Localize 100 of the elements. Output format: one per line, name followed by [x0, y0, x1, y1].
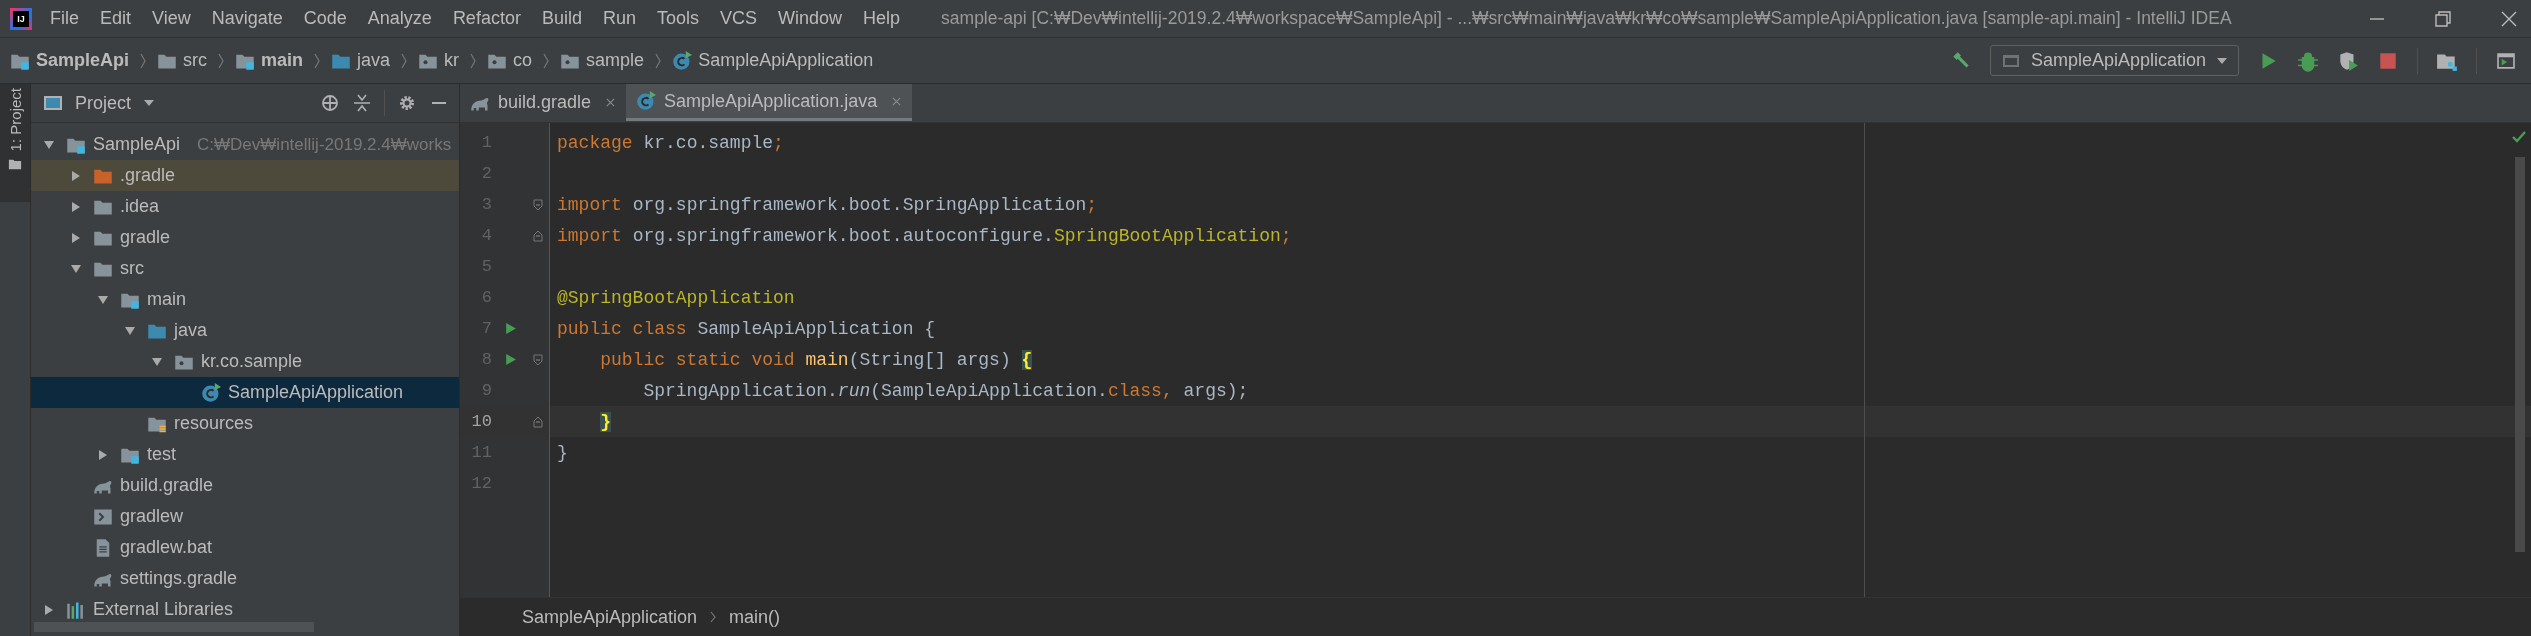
menu-item[interactable]: VCS [720, 8, 757, 29]
fold-marker-icon[interactable] [533, 415, 543, 428]
tree-row[interactable]: SampleApi C:₩Dev₩intellij-2019.2.4₩works [31, 129, 459, 160]
panel-title[interactable]: Project [75, 92, 132, 114]
run-gutter-icon[interactable] [503, 353, 517, 366]
code-line: public static void main(String[] args) { [599, 349, 1033, 370]
tree-item-label: java [174, 320, 208, 341]
tree-row[interactable]: settings.gradle [31, 563, 459, 594]
tree-row[interactable]: .idea [31, 191, 459, 222]
menu-item[interactable]: File [50, 8, 79, 29]
collapsed-arrow-icon[interactable] [97, 448, 109, 461]
menu-item[interactable]: Build [541, 8, 582, 29]
code-line: @SpringBootApplication [557, 287, 795, 308]
expanded-arrow-icon[interactable] [43, 138, 55, 151]
tree-row[interactable]: External Libraries [31, 594, 459, 625]
tree-item-label: SampleApi [93, 134, 181, 155]
coverage-icon[interactable] [2337, 49, 2359, 72]
collapsed-arrow-icon[interactable] [70, 231, 82, 244]
breadcrumb-item[interactable]: co [513, 50, 533, 71]
collapsed-arrow-icon[interactable] [70, 200, 82, 213]
settings-icon[interactable] [397, 93, 417, 113]
breadcrumb-item[interactable]: java [357, 50, 391, 71]
line-number: 10 [470, 412, 492, 431]
tree-item-label: kr.co.sample [201, 351, 303, 372]
tree-row[interactable]: src [31, 253, 459, 284]
tree-item-path: C:₩Dev₩intellij-2019.2.4₩works [197, 134, 452, 155]
editor-tab[interactable]: build.gradle [460, 84, 627, 121]
code-line: } [557, 442, 568, 463]
close-icon[interactable] [605, 97, 617, 108]
tree-row[interactable]: gradlew.bat [31, 532, 459, 563]
class-icon [672, 50, 693, 71]
breadcrumb-item[interactable]: src [183, 50, 208, 71]
menu-item[interactable]: Analyze [367, 8, 432, 29]
breadcrumb-item[interactable]: sample [586, 50, 645, 71]
collapsed-arrow-icon[interactable] [70, 169, 82, 182]
expanded-arrow-icon[interactable] [70, 262, 82, 275]
tree-item-label: gradlew [120, 506, 184, 527]
menu-item[interactable]: Window [778, 8, 843, 29]
fold-marker-icon[interactable] [533, 353, 543, 366]
tree-item-label: .gradle [120, 165, 176, 186]
expanded-arrow-icon[interactable] [124, 324, 136, 337]
tree-item-label: resources [174, 413, 254, 434]
code-line: package kr.co.sample; [557, 132, 784, 153]
breadcrumb-item[interactable]: main [261, 50, 304, 71]
menu-item[interactable]: Refactor [452, 8, 521, 29]
tree-row[interactable]: kr.co.sample [31, 346, 459, 377]
tree-row[interactable]: SampleApiApplication [31, 377, 459, 408]
code-line: public class SampleApiApplication { [557, 318, 936, 339]
menu-item[interactable]: Code [303, 8, 347, 29]
tree-item-label: gradle [120, 227, 171, 248]
caret-icon[interactable] [143, 99, 156, 107]
tree-row[interactable]: java [31, 315, 459, 346]
scrollbar-thumb[interactable] [2515, 157, 2525, 552]
tree-row[interactable]: test [31, 439, 459, 470]
expanded-arrow-icon[interactable] [97, 293, 109, 306]
app-logo: IJ [10, 7, 32, 30]
tree-row[interactable]: build.gradle [31, 470, 459, 501]
editor-tab[interactable]: SampleApiApplication.java [626, 84, 913, 121]
breadcrumb-item[interactable]: kr [444, 50, 460, 71]
folder-icon [8, 157, 22, 172]
tree-item-label: test [147, 444, 176, 465]
menu-item[interactable]: Run [602, 8, 636, 29]
breadcrumb-item[interactable]: main() [729, 606, 781, 628]
code-line: import org.springframework.boot.SpringApplication; [557, 194, 1098, 215]
tree-row[interactable]: gradle [31, 222, 459, 253]
run-configuration-dropdown[interactable]: SampleApiApplication [1989, 45, 2239, 76]
expanded-arrow-icon[interactable] [151, 355, 163, 368]
class-icon [201, 382, 221, 403]
fold-marker-icon[interactable] [533, 198, 543, 211]
class-icon [636, 91, 657, 111]
project-tool-button[interactable]: 1: Project [0, 84, 30, 202]
tree-item-label: settings.gradle [120, 568, 238, 589]
collapsed-arrow-icon[interactable] [43, 603, 55, 616]
check-icon [2511, 129, 2527, 145]
window-title: sample-api [C:₩Dev₩intellij-2019.2.4₩workspace₩SampleApi] - ...₩src₩main₩java₩kr₩co₩sample₩SampleApiApplication.java [sample-api.main] - IntelliJ IDEA [941, 8, 2232, 29]
locate-icon[interactable] [320, 93, 340, 113]
collapse-all-icon[interactable] [352, 93, 372, 113]
run-gutter-icon[interactable] [503, 322, 517, 335]
tree-row[interactable]: main [31, 284, 459, 315]
project-view-icon [43, 93, 63, 113]
tree-item-label: gradlew.bat [120, 537, 213, 558]
tree-row[interactable]: .gradle [31, 160, 459, 191]
fold-marker-icon[interactable] [533, 229, 543, 242]
tree-item-label: External Libraries [93, 599, 234, 620]
code-line: SpringApplication.run(SampleApiApplication.class, args); [642, 380, 1249, 401]
tree-item-label: .idea [120, 196, 160, 217]
tree-item-label: src [120, 258, 144, 279]
tree-item-label: build.gradle [120, 475, 214, 496]
menu-item[interactable]: Help [863, 8, 901, 29]
menu-item[interactable]: Edit [100, 8, 132, 29]
tree-row[interactable]: gradlew [31, 501, 459, 532]
breadcrumb-item[interactable]: SampleApiApplication [522, 606, 698, 628]
menu-item[interactable]: Tools [656, 8, 699, 29]
breadcrumb-item[interactable]: SampleApiApplication [698, 50, 874, 71]
menu-item[interactable]: View [152, 8, 191, 29]
tree-item-label: main [147, 289, 186, 310]
menu-item[interactable]: Navigate [211, 8, 283, 29]
breadcrumb-item[interactable]: SampleApi [36, 50, 130, 71]
restore-icon[interactable] [2433, 8, 2453, 29]
tree-row[interactable]: resources [31, 408, 459, 439]
